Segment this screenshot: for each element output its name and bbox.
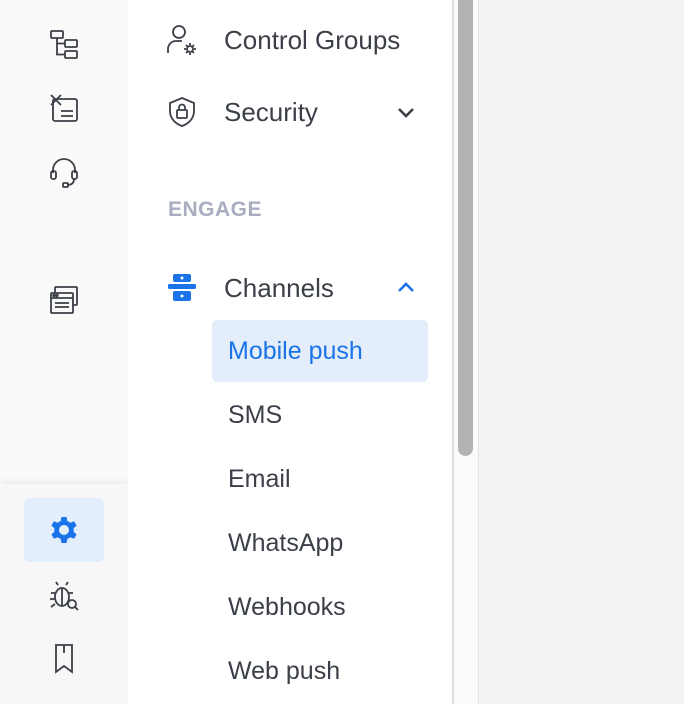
user-gear-icon [164, 22, 200, 58]
scrollbar-thumb[interactable] [458, 0, 473, 456]
sub-item-label: Web push [228, 656, 341, 685]
sub-item-webhooks[interactable]: Webhooks [212, 576, 428, 638]
nav-item-channels[interactable]: Channels [164, 264, 428, 312]
browser-windows-icon[interactable] [44, 280, 84, 320]
nav-item-control-groups[interactable]: Control Groups [164, 16, 428, 64]
sub-item-sms[interactable]: SMS [212, 384, 428, 446]
nav-label-security: Security [224, 96, 318, 127]
sub-item-label: SMS [228, 400, 283, 429]
sub-item-label: WhatsApp [228, 528, 344, 557]
sub-item-label: Webhooks [228, 592, 346, 621]
chevron-down-icon[interactable] [394, 100, 418, 124]
nav-label-control-groups: Control Groups [224, 24, 401, 55]
gear-icon[interactable] [24, 498, 104, 562]
nav-label-channels: Channels [224, 272, 334, 303]
sub-item-whatsapp[interactable]: WhatsApp [212, 512, 428, 574]
bug-search-icon[interactable] [44, 576, 84, 616]
shield-lock-icon [164, 94, 200, 130]
workflow-icon[interactable] [44, 24, 84, 64]
nav-item-security[interactable]: Security [164, 88, 428, 136]
main-content-area [479, 0, 684, 704]
section-heading-engage: ENGAGE [168, 198, 263, 221]
sub-item-label: Mobile push [228, 336, 363, 365]
sub-item-web-push[interactable]: Web push [212, 640, 428, 702]
headset-icon[interactable] [44, 152, 84, 192]
sub-item-email[interactable]: Email [212, 448, 428, 510]
chevron-up-icon[interactable] [394, 276, 418, 300]
bookmark-icon[interactable] [44, 638, 84, 678]
channels-icon [164, 270, 200, 306]
checklist-icon[interactable] [44, 88, 84, 128]
sub-item-mobile-push[interactable]: Mobile push [212, 320, 428, 382]
sub-item-label: Email [228, 464, 291, 493]
